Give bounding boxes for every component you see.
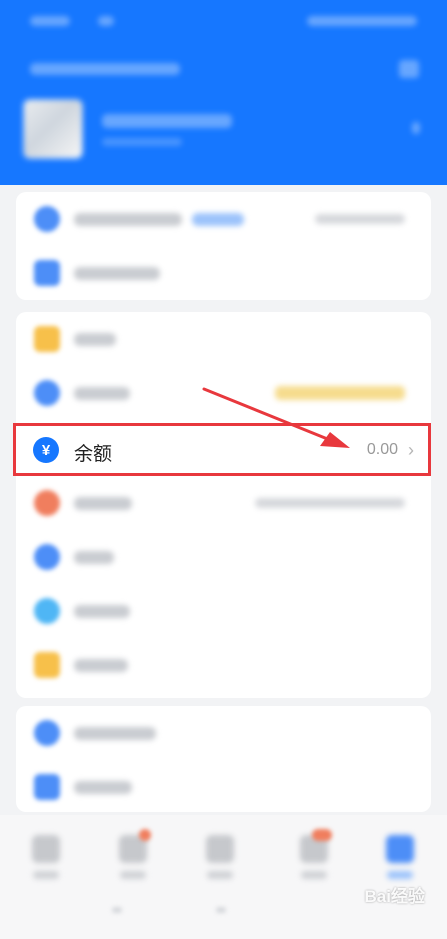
status-bar bbox=[30, 16, 417, 30]
list-item[interactable] bbox=[16, 760, 431, 814]
profile-card[interactable] bbox=[24, 100, 424, 164]
list-item[interactable] bbox=[16, 476, 431, 530]
menu-icon bbox=[34, 544, 60, 570]
menu-group-1 bbox=[16, 192, 431, 300]
tab-item[interactable] bbox=[200, 835, 240, 885]
menu-group-3 bbox=[16, 706, 431, 812]
list-item[interactable] bbox=[16, 530, 431, 584]
menu-icon bbox=[34, 774, 60, 800]
menu-icon bbox=[34, 206, 60, 232]
list-item[interactable] bbox=[16, 192, 431, 246]
tab-item-active[interactable] bbox=[380, 835, 420, 885]
avatar[interactable] bbox=[24, 100, 82, 158]
list-item[interactable] bbox=[16, 246, 431, 300]
tab-item[interactable] bbox=[294, 829, 334, 885]
yen-icon: ¥ bbox=[33, 437, 59, 463]
list-item[interactable] bbox=[16, 706, 431, 760]
tab-item[interactable] bbox=[113, 829, 153, 885]
menu-icon bbox=[34, 260, 60, 286]
balance-label: 余额 bbox=[74, 444, 113, 465]
chevron-right-icon: › bbox=[408, 440, 414, 460]
list-item[interactable] bbox=[16, 584, 431, 638]
menu-icon bbox=[34, 652, 60, 678]
menu-icon bbox=[34, 598, 60, 624]
menu-icon bbox=[34, 490, 60, 516]
bottom-tab-bar bbox=[0, 815, 447, 939]
balance-amount: 0.00 bbox=[366, 441, 398, 458]
list-item[interactable] bbox=[16, 366, 431, 420]
tab-item[interactable] bbox=[26, 835, 66, 885]
menu-icon bbox=[34, 380, 60, 406]
list-item[interactable] bbox=[16, 638, 431, 692]
menu-icon bbox=[34, 720, 60, 746]
list-item[interactable] bbox=[16, 312, 431, 366]
menu-group-2 bbox=[16, 312, 431, 698]
watermark: Bai经验 bbox=[364, 887, 425, 906]
menu-icon bbox=[34, 326, 60, 352]
balance-row[interactable]: ¥ 余额 0.00 › bbox=[13, 423, 431, 476]
account-switcher[interactable] bbox=[30, 60, 419, 78]
app-header bbox=[0, 0, 447, 185]
